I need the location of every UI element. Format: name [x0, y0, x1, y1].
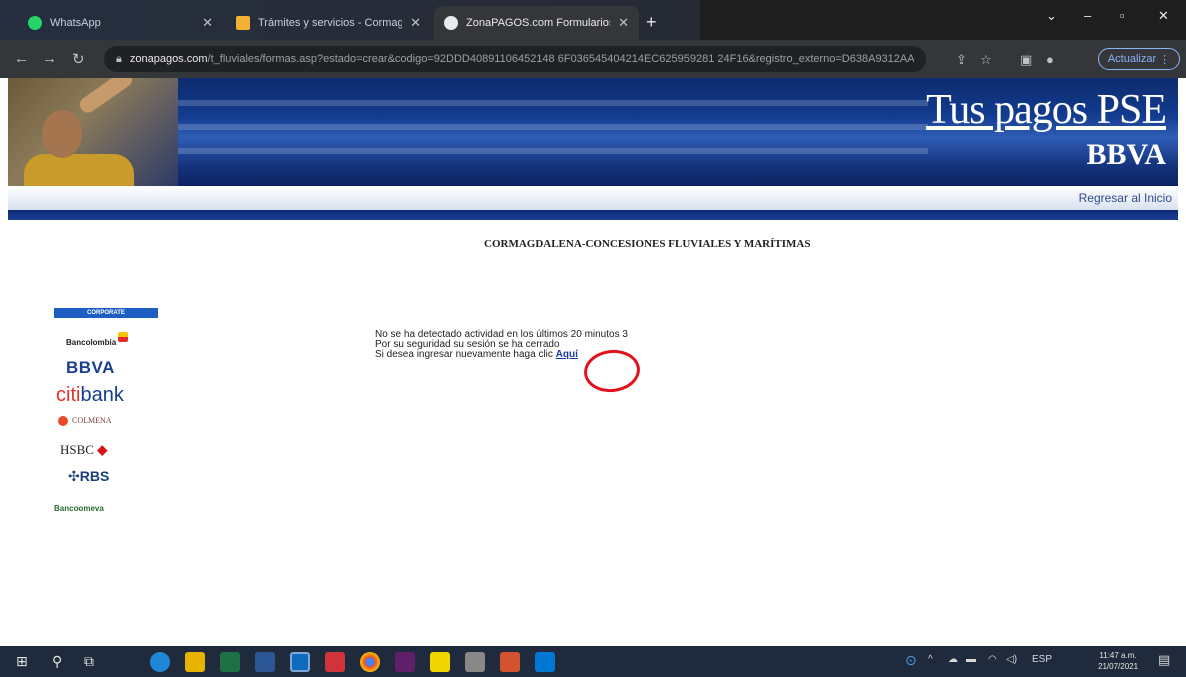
browser-tabstrip: WhatsApp ✕ Trámites y servicios - Cormag… [0, 0, 1186, 40]
tab-whatsapp[interactable]: WhatsApp ✕ [18, 6, 223, 40]
site-banner: Tus pagos PSE BBVA [8, 78, 1178, 186]
bank-logo-citibank: citibank [56, 384, 124, 406]
lock-icon: 🔒︎ [116, 52, 122, 65]
back-button[interactable]: ← [14, 50, 29, 67]
chevron-up-icon[interactable]: ^ [928, 654, 933, 665]
windows-start-icon[interactable]: ⊞ [16, 653, 28, 670]
help-icon[interactable]: ⊙ [905, 652, 917, 669]
chevron-down-icon[interactable]: ⌄ [1046, 8, 1057, 24]
tab-title: Trámites y servicios - Cormagdal... [258, 17, 403, 29]
bank-logo-bancolombia: Bancolombia [66, 332, 129, 347]
close-icon[interactable]: ✕ [618, 15, 629, 31]
address-bar[interactable]: 🔒︎ zonapagos.com/t_fluviales/formas.asp?… [104, 46, 926, 72]
warning-icon [236, 16, 250, 30]
close-icon[interactable]: ✕ [410, 15, 421, 31]
sticky-notes-icon[interactable] [430, 652, 450, 672]
banner-photo [8, 78, 178, 186]
reload-button[interactable]: ↻ [72, 50, 85, 68]
powerpoint-icon[interactable] [500, 652, 520, 672]
sub-nav: Regresar al Inicio [8, 186, 1178, 210]
app-icon[interactable] [535, 652, 555, 672]
profile-icon[interactable]: ● [1046, 52, 1054, 67]
bank-logo-bbva: BBVA [66, 358, 115, 377]
edge-icon[interactable] [150, 652, 170, 672]
page-title: CORMAGDALENA-CONCESIONES FLUVIALES Y MAR… [484, 238, 811, 250]
bank-logo-colmena: COLMENA [58, 416, 112, 427]
login-again-link[interactable]: Aquí [556, 349, 578, 360]
network-icon[interactable]: ☁ [948, 654, 958, 665]
excel-icon[interactable] [220, 652, 240, 672]
bank-logo-hsbc: HSBC ◆ [60, 442, 108, 457]
bank-logo-corporate: CORPORATE [54, 308, 158, 318]
notifications-icon[interactable]: ▤ [1158, 652, 1170, 668]
screen: WhatsApp ✕ Trámites y servicios - Cormag… [0, 0, 1186, 677]
star-icon[interactable]: ☆ [980, 52, 992, 68]
browser-toolbar: ← → ↻ 🔒︎ zonapagos.com/t_fluviales/forma… [0, 40, 1186, 78]
session-message: No se ha detectado actividad en los últi… [375, 330, 628, 360]
app-icon[interactable] [465, 652, 485, 672]
windows-taskbar: ⊞ ⚲ ⧉ ⊙ ^ ☁ ▬ ◠ ◁) ESP 11:47 a.m. 21/07/… [0, 646, 1186, 677]
slack-icon[interactable] [395, 652, 415, 672]
new-tab-button[interactable]: + [646, 12, 657, 33]
tab-title: ZonaPAGOS.com Formularios [466, 17, 611, 29]
wifi-icon[interactable]: ◠ [988, 654, 997, 665]
battery-icon: ▬ [966, 654, 976, 665]
brand-bank-logo: BBVA [1086, 138, 1166, 171]
chrome-icon[interactable] [360, 652, 380, 672]
tab-tramites[interactable]: Trámites y servicios - Cormagdal... ✕ [226, 6, 431, 40]
url-text: zonapagos.com/t_fluviales/formas.asp?est… [129, 53, 914, 65]
sidepanel-icon[interactable]: ▣ [1020, 52, 1032, 68]
language-indicator[interactable]: ESP [1032, 654, 1052, 665]
outlook-icon[interactable] [290, 652, 310, 672]
bank-logo-rbs: ✣RBS [68, 468, 110, 484]
word-icon[interactable] [255, 652, 275, 672]
app-icon[interactable] [325, 652, 345, 672]
close-window-button[interactable]: ✕ [1158, 8, 1169, 24]
tab-title: WhatsApp [50, 17, 101, 29]
app-icon[interactable] [185, 652, 205, 672]
bank-logo-bancoomeva: Bancoomeva [54, 504, 104, 513]
tab-zonapagos[interactable]: ZonaPAGOS.com Formularios ✕ [434, 6, 639, 40]
back-to-home-link[interactable]: Regresar al Inicio [1079, 191, 1172, 205]
task-view-icon[interactable]: ⧉ [84, 653, 94, 670]
maximize-button[interactable]: ▫ [1120, 8, 1125, 23]
globe-icon [444, 16, 458, 30]
brand-title: Tus pagos PSE [926, 87, 1167, 133]
whatsapp-icon [28, 16, 42, 30]
minimize-button[interactable]: – [1084, 8, 1091, 23]
share-icon[interactable]: ⇪ [956, 52, 967, 68]
divider [8, 210, 1178, 220]
speaker-icon[interactable]: ◁) [1006, 654, 1017, 665]
forward-button[interactable]: → [42, 50, 57, 67]
clock[interactable]: 11:47 a.m. 21/07/2021 [1098, 650, 1138, 672]
update-button[interactable]: Actualizar ⋮ [1098, 48, 1180, 70]
search-icon[interactable]: ⚲ [52, 653, 62, 670]
close-icon[interactable]: ✕ [202, 15, 213, 31]
